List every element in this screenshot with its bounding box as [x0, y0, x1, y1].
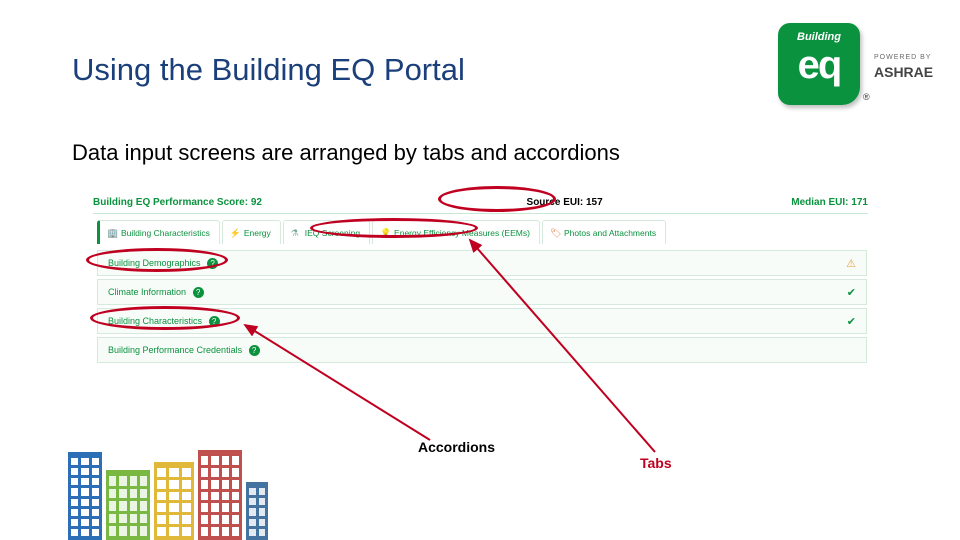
tab-label: Photos and Attachments — [564, 228, 656, 238]
check-icon: ✔ — [847, 286, 856, 299]
registered-mark: ® — [863, 92, 870, 102]
accordion-label: Climate Information — [108, 287, 186, 297]
help-icon[interactable]: ? — [193, 287, 204, 298]
building-graphic — [68, 452, 102, 540]
tab-label: Building Characteristics — [121, 228, 210, 238]
tab-energy[interactable]: Energy — [222, 220, 281, 244]
warning-icon: ⚠ — [846, 257, 856, 270]
logo-badge: Building eq — [778, 23, 860, 105]
city-illustration — [68, 445, 268, 540]
score-bar: Building EQ Performance Score: 92 Source… — [93, 192, 868, 214]
annotation-label-accordions: Accordions — [418, 439, 495, 455]
building-graphic — [198, 450, 242, 540]
score-performance: Building EQ Performance Score: 92 — [93, 197, 262, 208]
help-icon[interactable]: ? — [207, 258, 218, 269]
slide-subtitle: Data input screens are arranged by tabs … — [72, 140, 620, 166]
accordion-climate-information[interactable]: Climate Information ? ✔ — [97, 279, 867, 305]
logo-badge-top-text: Building — [778, 31, 860, 43]
tab-label: Energy Efficiency Measures (EEMs) — [394, 228, 530, 238]
score-source-eui: Source EUI: 157 — [527, 197, 603, 208]
logo-powered-by: POWERED BY — [874, 54, 931, 61]
bolt-icon — [230, 228, 240, 238]
building-graphic — [106, 470, 150, 540]
tab-eems[interactable]: Energy Efficiency Measures (EEMs) — [372, 220, 540, 244]
accordion-list: Building Demographics ? ⚠ Climate Inform… — [97, 250, 867, 366]
score-median-eui: Median EUI: 171 — [791, 197, 868, 208]
building-graphic — [154, 462, 194, 540]
accordion-label: Building Characteristics — [108, 316, 202, 326]
tag-icon — [550, 228, 560, 238]
tab-building-characteristics[interactable]: Building Characteristics — [97, 220, 220, 244]
tab-label: IEQ Screening — [305, 228, 360, 238]
annotation-label-tabs: Tabs — [640, 455, 672, 471]
building-eq-logo: Building eq ® POWERED BY ASHRAE — [778, 20, 948, 110]
help-icon[interactable]: ? — [209, 316, 220, 327]
tab-photos-attachments[interactable]: Photos and Attachments — [542, 220, 666, 244]
tab-ieq-screening[interactable]: IEQ Screening — [283, 220, 370, 244]
accordion-label: Building Performance Credentials — [108, 345, 242, 355]
help-icon[interactable]: ? — [249, 345, 260, 356]
tabs-row: Building Characteristics Energy IEQ Scre… — [97, 220, 867, 244]
logo-badge-main-text: eq — [778, 45, 860, 85]
accordion-label: Building Demographics — [108, 258, 201, 268]
building-graphic — [246, 482, 268, 540]
slide-title: Using the Building EQ Portal — [72, 52, 465, 88]
logo-ashrae: ASHRAE — [874, 64, 933, 80]
accordion-building-characteristics[interactable]: Building Characteristics ? ✔ — [97, 308, 867, 334]
building-icon — [107, 228, 117, 238]
lightbulb-icon — [380, 228, 390, 238]
accordion-building-demographics[interactable]: Building Demographics ? ⚠ — [97, 250, 867, 276]
tab-label: Energy — [244, 228, 271, 238]
check-icon: ✔ — [847, 315, 856, 328]
accordion-building-performance-credentials[interactable]: Building Performance Credentials ? — [97, 337, 867, 363]
flask-icon — [291, 228, 301, 238]
